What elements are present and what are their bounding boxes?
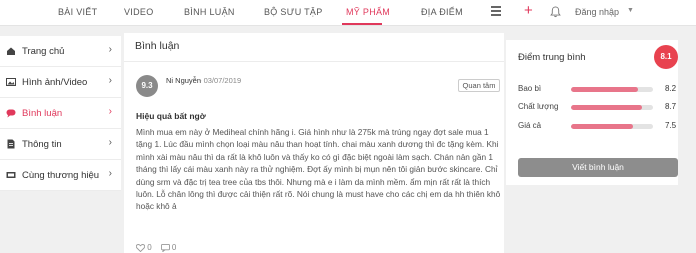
- document-icon: [7, 139, 15, 149]
- chevron-right-icon: ›: [108, 44, 112, 55]
- sidebar: Trang chủ › Hình ảnh/Video › Bình luận ›…: [0, 36, 121, 191]
- score-bar-fill: [571, 124, 633, 129]
- write-review-button[interactable]: Viết bình luận: [518, 158, 678, 177]
- review-date: - 03/07/2019: [199, 76, 242, 85]
- sidebar-item-label: Trang chủ: [22, 46, 65, 57]
- score-bar: [571, 124, 653, 129]
- tab-dia-diem[interactable]: ĐỊA ĐIỂM: [421, 7, 463, 17]
- active-tab-indicator: [342, 23, 382, 25]
- comment-icon[interactable]: [160, 243, 170, 252]
- sidebar-item-thong-tin[interactable]: Thông tin ›: [0, 129, 121, 160]
- login-link[interactable]: Đăng nhập: [575, 7, 619, 17]
- criterion-gia-ca: Giá cả 7.5: [518, 119, 677, 133]
- review-body: Mình mua em này ở Mediheal chính hãng i.…: [136, 127, 501, 212]
- sidebar-item-binh-luan[interactable]: Bình luận ›: [0, 98, 121, 129]
- username[interactable]: Ni Nguyễn: [166, 76, 201, 85]
- avatar[interactable]: 9.3: [136, 75, 158, 97]
- comment-count: 0: [171, 243, 177, 252]
- section-title: Bình luận: [135, 40, 180, 52]
- review-section: Bình luận 9.3 Ni Nguyễn - 03/07/2019 Qua…: [124, 33, 504, 253]
- criterion-label: Chất lượng: [518, 102, 559, 111]
- home-icon: [7, 47, 15, 55]
- score-bar-fill: [571, 87, 639, 92]
- plus-icon[interactable]: +: [524, 3, 533, 19]
- hamburger-menu-icon[interactable]: [491, 6, 501, 16]
- top-nav: BÀI VIẾT VIDEO BÌNH LUẬN BỘ SƯU TẬP MỸ P…: [0, 0, 696, 26]
- tab-bo-suu-tap[interactable]: BỘ SƯU TẬP: [264, 7, 323, 17]
- sidebar-item-hinh-anh-video[interactable]: Hình ảnh/Video ›: [0, 67, 121, 98]
- sidebar-item-label: Cùng thương hiệu: [22, 170, 100, 181]
- brand-icon: [6, 172, 16, 178]
- sidebar-item-label: Hình ảnh/Video: [22, 77, 88, 88]
- sidebar-item-trang-chu[interactable]: Trang chủ ›: [0, 36, 121, 67]
- rating-title: Điểm trung bình: [518, 52, 586, 63]
- review-actions: 0 0: [136, 243, 176, 252]
- criterion-bao-bi: Bao bì 8.2: [518, 82, 677, 96]
- user-score: 9.3: [141, 81, 153, 90]
- chevron-down-icon[interactable]: ▼: [627, 7, 634, 14]
- like-count: 0: [147, 243, 152, 252]
- criterion-value: 8.7: [665, 102, 677, 111]
- bell-icon[interactable]: [550, 6, 561, 18]
- sidebar-item-label: Thông tin: [22, 139, 62, 150]
- comment-icon: [6, 109, 16, 118]
- divider: [124, 61, 504, 62]
- tab-video[interactable]: VIDEO: [124, 7, 154, 17]
- chevron-right-icon: ›: [108, 75, 112, 86]
- tab-bai-viet[interactable]: BÀI VIẾT: [58, 7, 97, 17]
- image-icon: [6, 78, 16, 86]
- score-bar: [571, 105, 653, 110]
- heart-icon[interactable]: [136, 243, 145, 252]
- chevron-right-icon: ›: [108, 168, 112, 179]
- criterion-label: Bao bì: [518, 84, 542, 93]
- criterion-value: 8.2: [665, 84, 677, 93]
- review-title: Hiệu quả bất ngờ: [136, 111, 206, 121]
- sidebar-item-label: Bình luận: [22, 108, 63, 119]
- tab-binh-luan[interactable]: BÌNH LUẬN: [184, 7, 235, 17]
- criterion-value: 7.5: [665, 121, 677, 130]
- average-score-badge: 8.1: [654, 45, 678, 69]
- tab-my-pham[interactable]: MỸ PHẨM: [346, 7, 390, 17]
- criterion-label: Giá cả: [518, 121, 542, 130]
- score-bar: [571, 87, 653, 92]
- sidebar-item-cung-thuong-hieu[interactable]: Cùng thương hiệu ›: [0, 160, 121, 191]
- chevron-right-icon: ›: [108, 106, 112, 117]
- score-bar-fill: [571, 105, 643, 110]
- chevron-right-icon: ›: [108, 137, 112, 148]
- follow-button[interactable]: Quan tâm: [458, 79, 500, 92]
- criterion-chat-luong: Chất lượng 8.7: [518, 100, 677, 114]
- rating-panel: Điểm trung bình 8.1 Bao bì 8.2 Chất lượn…: [506, 40, 678, 185]
